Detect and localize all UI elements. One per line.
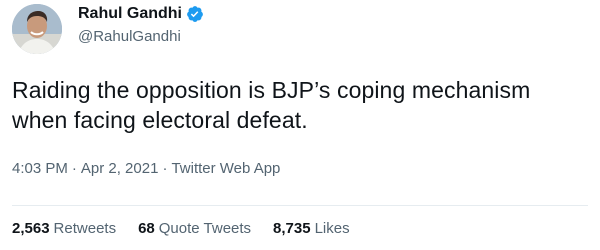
retweets-count: 2,563 [12,220,50,237]
tweet-source-link[interactable]: Twitter Web App [171,160,280,177]
likes-stat[interactable]: 8,735 Likes [273,220,350,237]
likes-label: Likes [314,220,350,237]
tweet-timestamp-date[interactable]: Apr 2, 2021 [81,160,159,177]
tweet-text: Raiding the opposition is BJP’s coping m… [12,75,592,135]
tweet-timestamp-time[interactable]: 4:03 PM [12,160,68,177]
verified-badge-icon [186,5,204,23]
tweet-text-line: Raiding the opposition is BJP’s coping m… [12,77,531,103]
tweet-text-line: when facing electoral defeat. [12,107,308,133]
divider [12,205,588,206]
avatar[interactable] [12,4,62,54]
author-handle[interactable]: @RahulGandhi [78,28,181,45]
retweets-stat[interactable]: 2,563 Retweets [12,220,116,237]
tweet-meta: 4:03 PM · Apr 2, 2021 · Twitter Web App [12,160,280,177]
likes-count: 8,735 [273,220,311,237]
tweet-stats: 2,563 Retweets 68 Quote Tweets 8,735 Lik… [12,220,350,237]
quote-tweets-stat[interactable]: 68 Quote Tweets [138,220,251,237]
quote-tweets-label: Quote Tweets [158,220,252,237]
author-name-row: Rahul Gandhi [78,5,204,23]
tweet-card: Rahul Gandhi @RahulGandhi Raiding the op… [0,0,600,250]
meta-separator: · [162,160,168,177]
meta-separator: · [71,160,77,177]
retweets-label: Retweets [53,220,117,237]
author-name[interactable]: Rahul Gandhi [78,5,182,23]
quote-tweets-count: 68 [138,220,155,237]
avatar-image [12,4,62,54]
